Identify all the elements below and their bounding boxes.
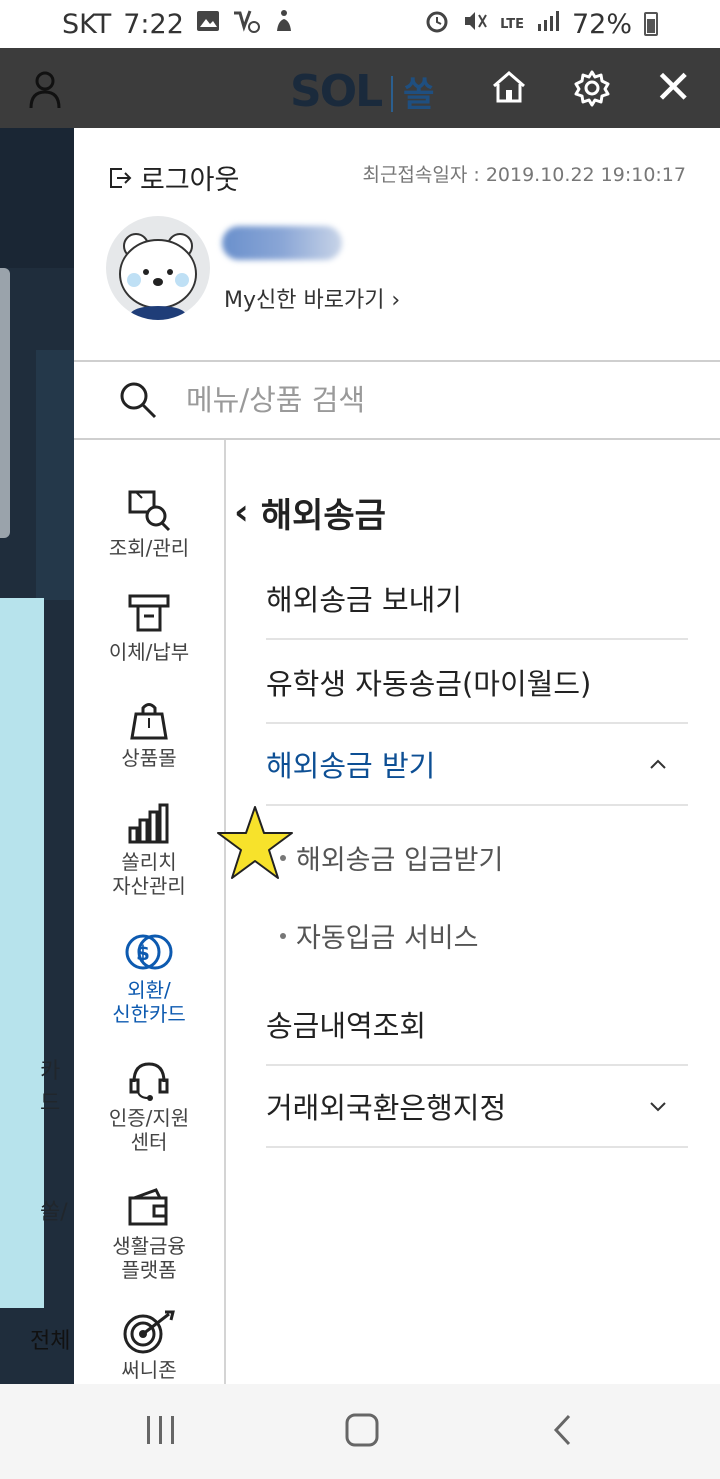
signal-icon — [536, 10, 560, 38]
recent-apps-icon[interactable] — [144, 1412, 178, 1452]
person-walk-icon — [272, 9, 294, 39]
alarm-icon — [424, 8, 450, 40]
search-bar[interactable] — [74, 362, 720, 438]
logout-button[interactable]: 로그아웃 — [108, 158, 239, 197]
inquiry-icon — [128, 490, 171, 532]
gallery-icon — [196, 10, 220, 38]
back-nav-icon[interactable] — [550, 1412, 574, 1452]
lte-label: LTE — [500, 16, 524, 32]
home-nav-icon[interactable] — [344, 1412, 380, 1452]
section-title: 해외송금 — [260, 496, 386, 536]
category-sunny-zone[interactable]: 써니존 — [74, 1310, 224, 1382]
category-support[interactable]: 인증/지원 센터 — [74, 1058, 224, 1154]
category-label: 이체/납부 — [108, 640, 190, 664]
logout-icon — [110, 167, 132, 188]
app-header: SOL 쏠 ✕ — [0, 48, 720, 128]
status-right: LTE 72% — [424, 8, 658, 40]
mute-notify-icon — [232, 9, 260, 39]
menu-item-label: 거래외국환은행지정 — [266, 1091, 507, 1125]
bg-text-3: 전체 — [30, 1329, 71, 1354]
battery-percent: 72% — [571, 8, 632, 40]
category-label: 생활금융 — [112, 1234, 186, 1258]
category-label: 쏠리치 — [121, 850, 177, 874]
sub-item-label: 자동입금 서비스 — [296, 923, 479, 954]
exchange-icon: $ — [125, 934, 173, 970]
menu-drawer: 로그아웃 최근접속일자 : 2019.10.22 19:10:17 My신한 바… — [74, 128, 720, 1384]
bg-panel — [36, 350, 74, 600]
svg-text:$: $ — [136, 941, 150, 965]
home-icon[interactable] — [490, 68, 528, 110]
sol-logo: SOL 쏠 — [290, 66, 434, 117]
close-button[interactable]: ✕ — [654, 64, 693, 110]
search-input[interactable] — [186, 383, 626, 417]
bg-banner — [0, 598, 44, 1308]
headset-icon — [129, 1062, 169, 1101]
category-label: 조회/관리 — [108, 536, 190, 560]
category-shop[interactable]: 상품몰 — [74, 698, 224, 770]
carrier: SKT — [62, 8, 112, 40]
category-label: 외환/ — [127, 978, 171, 1002]
last-login-text: 최근접속일자 : 2019.10.22 19:10:17 — [362, 164, 686, 186]
status-left: SKT 7:22 — [62, 9, 294, 40]
category-label-2: 자산관리 — [112, 874, 186, 898]
vibrate-mute-icon — [462, 9, 488, 39]
category-label-2: 플랫폼 — [121, 1258, 177, 1282]
gear-icon[interactable] — [572, 68, 612, 112]
status-bar: SKT 7:22 LTE 72% — [0, 0, 720, 48]
logout-label: 로그아웃 — [140, 165, 240, 196]
background-page: 카드 쏠/ 전체 — [0, 128, 74, 1384]
category-transfer[interactable]: 이체/납부 — [74, 592, 224, 664]
sub-item-auto-deposit[interactable]: 자동입금 서비스 — [280, 916, 478, 955]
menu-item-send[interactable]: 해외송금 보내기 — [266, 558, 688, 640]
logo-kr: 쏠 — [403, 75, 434, 115]
bar-chart-icon — [128, 803, 169, 844]
menu-item-label: 유학생 자동송금(마이월드) — [266, 667, 592, 701]
logo-text: SOL — [290, 66, 383, 117]
category-life-finance[interactable]: 생활금융 플랫폼 — [74, 1186, 224, 1282]
bg-text-1: 카드 — [40, 1059, 61, 1116]
chevron-up-icon — [650, 759, 666, 769]
category-label: 상품몰 — [121, 746, 177, 770]
bullet — [280, 932, 286, 939]
wallet-icon — [128, 1188, 168, 1226]
star-icon — [217, 806, 293, 879]
category-label: 인증/지원 — [108, 1106, 190, 1130]
menu-item-student[interactable]: 유학생 자동송금(마이월드) — [266, 642, 688, 724]
sub-item-label: 해외송금 입금받기 — [296, 845, 504, 876]
battery-icon — [644, 12, 658, 36]
clock: 7:22 — [123, 8, 184, 40]
target-icon — [123, 1310, 175, 1354]
menu-item-label: 해외송금 받기 — [266, 749, 436, 783]
menu-item-history[interactable]: 송금내역조회 — [266, 984, 688, 1066]
transfer-icon — [128, 594, 170, 632]
system-nav-bar — [0, 1384, 720, 1479]
search-icon — [120, 382, 157, 419]
category-solrich[interactable]: 쏠리치 자산관리 — [74, 802, 224, 898]
menu-item-label: 해외송금 보내기 — [266, 583, 462, 617]
category-nav: 조회/관리 이체/납부 상품몰 쏠리치 자산관리 $ 외환/ 신한카드 인증/지… — [74, 440, 224, 1384]
category-fx-card[interactable]: $ 외환/ 신한카드 — [74, 930, 224, 1026]
category-label-2: 신한카드 — [112, 1002, 186, 1026]
menu-item-receive[interactable]: 해외송금 받기 — [266, 724, 688, 806]
shopping-bag-icon — [130, 703, 168, 740]
bg-text-2: 쏠/ — [40, 1200, 68, 1225]
avatar — [106, 216, 210, 320]
user-icon[interactable] — [28, 70, 62, 110]
menu-item-label: 송금내역조회 — [266, 1009, 427, 1043]
menu-item-designate-bank[interactable]: 거래외국환은행지정 — [266, 1066, 688, 1148]
username-redacted — [222, 226, 342, 260]
back-chevron-icon[interactable]: ‹ — [234, 492, 249, 533]
section-header[interactable]: ‹ 해외송금 — [234, 488, 386, 537]
category-label-2: 센터 — [130, 1130, 168, 1154]
vertical-divider — [224, 440, 226, 1384]
sub-item-receive-deposit[interactable]: 해외송금 입금받기 — [280, 838, 503, 877]
category-inquiry[interactable]: 조회/관리 — [74, 488, 224, 560]
my-shinhan-link[interactable]: My신한 바로가기 › — [224, 282, 400, 314]
chevron-down-icon — [650, 1102, 666, 1112]
bg-card — [0, 268, 10, 538]
category-label: 써니존 — [121, 1358, 177, 1382]
